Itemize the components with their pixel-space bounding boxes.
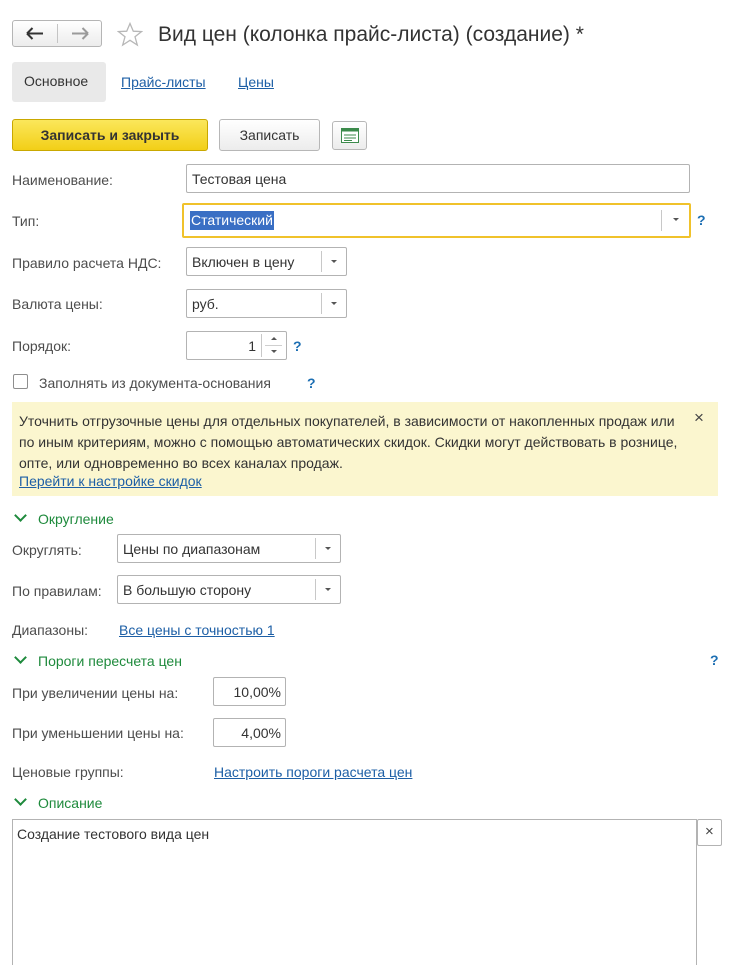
name-value: Тестовая цена: [192, 171, 287, 187]
description-clear-button[interactable]: ×: [697, 819, 722, 846]
type-value: Статический: [190, 211, 274, 230]
save-close-label: Записать и закрыть: [40, 127, 180, 143]
thresholds-help-icon[interactable]: ?: [710, 651, 719, 669]
description-textarea[interactable]: Создание тестового вида цен: [12, 819, 697, 965]
description-text: Создание тестового вида цен: [17, 826, 210, 842]
type-label: Тип:: [12, 213, 40, 229]
chevron-down-icon[interactable]: [673, 218, 679, 221]
discount-settings-link[interactable]: Перейти к настройке скидок: [19, 471, 202, 492]
stepper-up-button[interactable]: [262, 333, 286, 345]
name-input[interactable]: Тестовая цена: [186, 164, 690, 193]
type-select-separator: [661, 210, 662, 231]
tab-price-lists[interactable]: Прайс-листы: [121, 73, 206, 91]
star-icon[interactable]: [117, 22, 143, 47]
price-groups-link[interactable]: Настроить пороги расчета цен: [214, 763, 412, 781]
increase-input[interactable]: 10,00%: [213, 677, 286, 706]
price-groups-label: Ценовые группы:: [12, 764, 124, 780]
order-stepper[interactable]: 1: [186, 331, 287, 360]
tab-main[interactable]: Основное: [12, 62, 106, 102]
report-button[interactable]: [332, 121, 367, 150]
chevron-down-icon[interactable]: [325, 547, 331, 550]
decrease-value: 4,00%: [241, 725, 281, 741]
discount-info-panel: Уточнить отгрузочные цены для отдельных …: [12, 402, 718, 496]
tab-prices[interactable]: Цены: [238, 73, 274, 91]
currency-select-separator: [321, 293, 322, 314]
round-select-separator: [315, 538, 316, 559]
chevron-down-icon[interactable]: [331, 302, 337, 305]
save-button[interactable]: Записать: [219, 119, 320, 151]
rule-value: В большую сторону: [123, 582, 252, 598]
save-label: Записать: [239, 127, 300, 143]
round-value: Цены по диапазонам: [123, 541, 261, 557]
chevron-down-icon[interactable]: [14, 793, 27, 806]
round-select[interactable]: Цены по диапазонам: [117, 534, 341, 563]
chevron-down-icon[interactable]: [331, 260, 337, 263]
currency-label: Валюта цены:: [12, 296, 103, 312]
fill-from-base-label[interactable]: Заполнять из документа-основания: [39, 374, 271, 392]
chevron-down-icon: [271, 350, 277, 353]
currency-select[interactable]: руб.: [186, 289, 347, 318]
page-title: Вид цен (колонка прайс-листа) (создание)…: [158, 23, 584, 46]
rounding-group-title[interactable]: Округление: [38, 510, 114, 528]
arrow-left-icon: [26, 27, 43, 40]
nav-buttons: [12, 20, 102, 47]
arrow-right-icon: [72, 27, 89, 40]
discount-info-text: Уточнить отгрузочные цены для отдельных …: [19, 413, 678, 471]
vat-label: Правило расчета НДС:: [12, 255, 162, 271]
forward-button[interactable]: [58, 21, 102, 46]
stepper-down-button[interactable]: [262, 346, 286, 358]
chevron-down-icon[interactable]: [14, 509, 27, 522]
vat-select[interactable]: Включен в цену: [186, 247, 347, 276]
increase-value: 10,00%: [233, 684, 281, 700]
report-icon: [341, 128, 359, 143]
rule-select[interactable]: В большую сторону: [117, 575, 341, 604]
order-label: Порядок:: [12, 338, 72, 354]
chevron-down-icon[interactable]: [14, 651, 27, 664]
back-button[interactable]: [13, 21, 57, 46]
type-select[interactable]: Статический: [182, 203, 691, 238]
fill-from-base-help-icon[interactable]: ?: [307, 374, 316, 392]
close-icon[interactable]: ×: [694, 408, 704, 428]
order-value: 1: [248, 338, 256, 354]
name-label: Наименование:: [12, 172, 113, 188]
save-close-button[interactable]: Записать и закрыть: [12, 119, 208, 151]
order-help-icon[interactable]: ?: [293, 337, 302, 355]
tab-main-label: Основное: [24, 73, 89, 89]
decrease-label: При уменьшении цены на:: [12, 725, 184, 741]
vat-select-separator: [321, 251, 322, 272]
close-icon: ×: [705, 823, 714, 840]
decrease-input[interactable]: 4,00%: [213, 718, 286, 747]
currency-value: руб.: [192, 296, 219, 312]
ranges-label: Диапазоны:: [12, 622, 89, 638]
round-label: Округлять:: [12, 542, 82, 558]
description-group-title[interactable]: Описание: [38, 794, 102, 812]
vat-value: Включен в цену: [192, 254, 295, 270]
increase-label: При увеличении цены на:: [12, 685, 179, 701]
chevron-up-icon: [271, 337, 277, 340]
fill-from-base-checkbox[interactable]: [13, 374, 28, 389]
rule-label: По правилам:: [12, 583, 102, 599]
type-help-icon[interactable]: ?: [697, 211, 706, 229]
ranges-link[interactable]: Все цены с точностью 1: [119, 621, 275, 639]
chevron-down-icon[interactable]: [325, 588, 331, 591]
thresholds-group-title[interactable]: Пороги пересчета цен: [38, 652, 182, 670]
rule-select-separator: [315, 579, 316, 600]
